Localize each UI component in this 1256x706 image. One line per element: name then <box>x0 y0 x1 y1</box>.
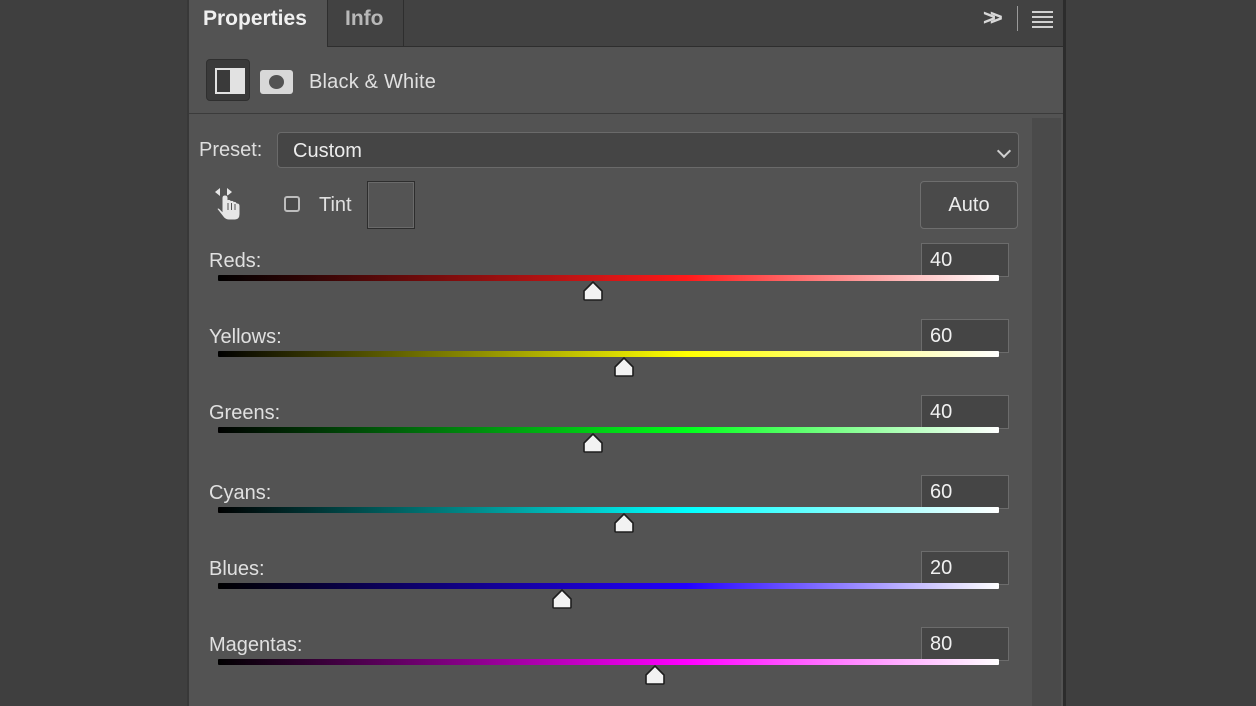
chevron-down-icon <box>996 143 1012 159</box>
properties-panel: Properties Info >> Black & White Preset:… <box>189 0 1063 706</box>
tab-info[interactable]: Info <box>328 0 404 46</box>
slider-row-magentas: Magentas: 80 <box>189 627 1029 704</box>
greens-label: Greens: <box>209 402 281 424</box>
greens-value-input[interactable]: 40 <box>921 395 1009 429</box>
preset-label: Preset: <box>199 139 263 161</box>
cyans-value-input[interactable]: 60 <box>921 475 1009 509</box>
tint-checkbox[interactable] <box>284 196 300 212</box>
hand-targeted-adjustment-icon[interactable] <box>213 184 245 222</box>
slider-row-greens: Greens: 40 <box>189 395 1029 472</box>
reds-slider-track[interactable] <box>218 275 999 281</box>
cyans-label: Cyans: <box>209 482 272 504</box>
yellows-slider-thumb[interactable] <box>613 356 635 378</box>
tint-color-swatch[interactable] <box>367 181 415 229</box>
magentas-label: Magentas: <box>209 634 303 656</box>
magentas-value-input[interactable]: 80 <box>921 627 1009 661</box>
slider-row-reds: Reds: 40 <box>189 243 1029 320</box>
auto-button[interactable]: Auto <box>920 181 1018 229</box>
slider-row-blues: Blues: 20 <box>189 551 1029 628</box>
yellows-label: Yellows: <box>209 326 282 348</box>
reds-value-input[interactable]: 40 <box>921 243 1009 277</box>
scrollbar-track[interactable] <box>1032 118 1061 706</box>
blues-slider-track[interactable] <box>218 583 999 589</box>
cyans-slider-track[interactable] <box>218 507 999 513</box>
adjustment-layer-icon[interactable] <box>206 59 250 101</box>
greens-slider-thumb[interactable] <box>582 432 604 454</box>
yellows-slider-track[interactable] <box>218 351 999 357</box>
double-chevron-right-icon[interactable]: >> <box>983 7 1003 29</box>
adjustment-header: Black & White <box>189 47 1063 114</box>
blues-value-input[interactable]: 20 <box>921 551 1009 585</box>
preset-dropdown[interactable]: Custom <box>277 132 1019 168</box>
tab-properties[interactable]: Properties <box>189 0 328 47</box>
blues-label: Blues: <box>209 558 265 580</box>
layer-mask-icon[interactable] <box>260 70 293 94</box>
slider-row-yellows: Yellows: 60 <box>189 319 1029 396</box>
magentas-slider-track[interactable] <box>218 659 999 665</box>
magentas-slider-thumb[interactable] <box>644 664 666 686</box>
tab-bar: Properties Info >> <box>189 0 1063 47</box>
cyans-slider-thumb[interactable] <box>613 512 635 534</box>
adjustment-title: Black & White <box>309 71 437 93</box>
greens-slider-track[interactable] <box>218 427 999 433</box>
slider-row-cyans: Cyans: 60 <box>189 475 1029 552</box>
preset-value: Custom <box>293 140 362 162</box>
toolbar-divider <box>1017 6 1018 31</box>
yellows-value-input[interactable]: 60 <box>921 319 1009 353</box>
reds-slider-thumb[interactable] <box>582 280 604 302</box>
panel-right-edge <box>1063 0 1066 706</box>
blues-slider-thumb[interactable] <box>551 588 573 610</box>
reds-label: Reds: <box>209 250 262 272</box>
tint-label: Tint <box>319 194 352 216</box>
hamburger-menu-icon[interactable] <box>1032 11 1053 31</box>
